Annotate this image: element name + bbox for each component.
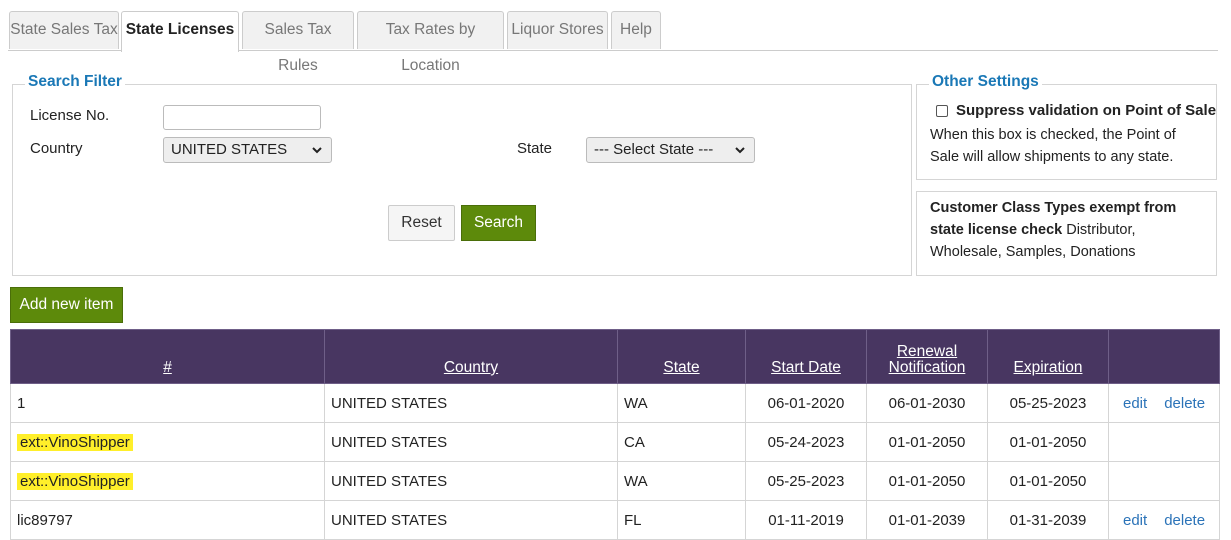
tab-state-licenses[interactable]: State Licenses (121, 11, 239, 52)
delete-link[interactable]: delete (1164, 395, 1205, 412)
cell-actions (1108, 461, 1220, 501)
highlighted-license-number: ext::VinoShipper (17, 433, 133, 451)
exempt-class-text: Customer Class Types exempt from state l… (930, 197, 1205, 263)
chevron-down-icon (311, 140, 323, 168)
highlighted-license-number: ext::VinoShipper (17, 472, 133, 490)
cell-expiration: 01-31-2039 (987, 500, 1109, 540)
exempt-class-title: Customer Class Types exempt from state l… (930, 200, 1177, 238)
cell-state: WA (617, 461, 746, 501)
cell-renewal: 01-01-2050 (866, 422, 988, 462)
cell-renewal: 06-01-2030 (866, 383, 988, 423)
suppress-validation-checkbox[interactable] (936, 105, 948, 117)
cell-state: CA (617, 422, 746, 462)
search-button[interactable]: Search (461, 205, 536, 241)
tab-liquor-stores[interactable]: Liquor Stores (507, 11, 608, 49)
cell-actions (1108, 422, 1220, 462)
country-select[interactable]: UNITED STATES (163, 137, 332, 163)
cell-start-date: 05-25-2023 (745, 461, 867, 501)
suppress-validation-label: Suppress validation on Point of Sale (956, 102, 1217, 119)
tab-help[interactable]: Help (611, 11, 661, 49)
column-header-state[interactable]: State (617, 329, 746, 384)
cell-country: UNITED STATES (324, 422, 618, 462)
state-label: State (517, 140, 553, 157)
column-header-start-date[interactable]: Start Date (745, 329, 867, 384)
column-header-country[interactable]: Country (324, 329, 618, 384)
cell-expiration: 05-25-2023 (987, 383, 1109, 423)
edit-link[interactable]: edit (1123, 395, 1147, 412)
license-no-input[interactable] (163, 105, 321, 130)
cell-actions: edit delete (1108, 500, 1220, 540)
table-row: lic89797 UNITED STATES FL 01-11-2019 01-… (10, 500, 1220, 540)
search-filter-legend: Search Filter (25, 73, 125, 91)
column-header-renewal-notification[interactable]: Renewal Notification (866, 329, 988, 384)
tab-sales-tax-rules[interactable]: Sales Tax Rules (242, 11, 354, 74)
cell-state: WA (617, 383, 746, 423)
cell-renewal: 01-01-2039 (866, 500, 988, 540)
cell-start-date: 01-11-2019 (745, 500, 867, 540)
chevron-down-icon (734, 140, 746, 168)
column-header-number[interactable]: # (10, 329, 325, 384)
cell-actions: edit delete (1108, 383, 1220, 423)
cell-country: UNITED STATES (324, 461, 618, 501)
cell-country: UNITED STATES (324, 383, 618, 423)
other-settings-legend: Other Settings (929, 73, 1042, 91)
cell-start-date: 06-01-2020 (745, 383, 867, 423)
cell-expiration: 01-01-2050 (987, 422, 1109, 462)
cell-renewal: 01-01-2050 (866, 461, 988, 501)
cell-number: ext::VinoShipper (10, 461, 325, 501)
tab-tax-rates-by-location[interactable]: Tax Rates by Location (357, 11, 504, 74)
reset-button[interactable]: Reset (388, 205, 455, 241)
table-row: ext::VinoShipper UNITED STATES WA 05-25-… (10, 461, 1220, 501)
state-select[interactable]: --- Select State --- (586, 137, 755, 163)
state-select-value: --- Select State --- (594, 141, 714, 158)
table-header-row: # Country State Start Date Renewal Notif… (10, 329, 1220, 384)
search-filter-panel (12, 84, 912, 276)
column-header-actions (1108, 329, 1220, 384)
cell-number: ext::VinoShipper (10, 422, 325, 462)
table-row: ext::VinoShipper UNITED STATES CA 05-24-… (10, 422, 1220, 462)
cell-start-date: 05-24-2023 (745, 422, 867, 462)
column-header-expiration[interactable]: Expiration (987, 329, 1109, 384)
cell-country: UNITED STATES (324, 500, 618, 540)
suppress-validation-description: When this box is checked, the Point of S… (930, 127, 1176, 165)
licenses-table: # Country State Start Date Renewal Notif… (10, 329, 1220, 540)
tab-bar: State Sales Tax State Licenses Sales Tax… (0, 0, 1218, 74)
add-new-item-button[interactable]: Add new item (10, 287, 123, 323)
cell-number: 1 (10, 383, 325, 423)
country-label: Country (30, 140, 83, 157)
license-no-label: License No. (30, 107, 110, 124)
edit-link[interactable]: edit (1123, 512, 1147, 529)
delete-link[interactable]: delete (1164, 512, 1205, 529)
table-row: 1 UNITED STATES WA 06-01-2020 06-01-2030… (10, 383, 1220, 423)
cell-expiration: 01-01-2050 (987, 461, 1109, 501)
tab-state-sales-tax[interactable]: State Sales Tax (9, 11, 119, 49)
cell-state: FL (617, 500, 746, 540)
country-select-value: UNITED STATES (171, 141, 288, 158)
cell-number: lic89797 (10, 500, 325, 540)
